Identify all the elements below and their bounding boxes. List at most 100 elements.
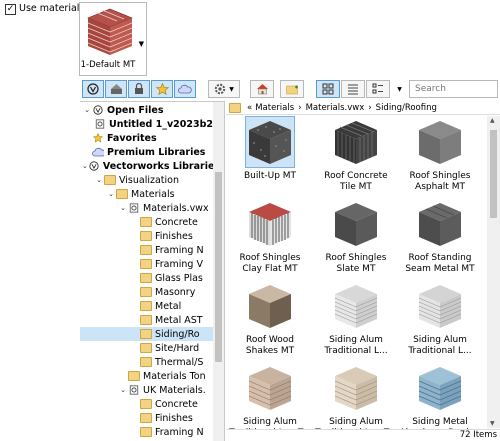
tree-item-uk-concrete[interactable]: Concrete bbox=[80, 397, 213, 411]
tree-item-uk-finishes[interactable]: Finishes bbox=[80, 411, 213, 425]
collapse-icon[interactable]: ⌄ bbox=[118, 204, 128, 212]
use-material-label: Use material: bbox=[19, 3, 83, 14]
scroll-up-icon[interactable]: ▲ bbox=[490, 117, 495, 124]
settings-menu-button[interactable]: ▼ bbox=[208, 80, 240, 98]
material-item[interactable]: Siding Alum Traditional L... bbox=[400, 280, 480, 360]
use-material-checkbox[interactable]: ✓ bbox=[5, 4, 16, 15]
tree-item-uk-materials[interactable]: ⌄ UK Materials. bbox=[80, 383, 213, 397]
tree-item-label: Metal bbox=[155, 300, 182, 312]
tree-item-label: Favorites bbox=[107, 132, 157, 144]
material-item[interactable]: Siding Alum Traditional L... bbox=[316, 280, 396, 360]
tree-item-materials-vwx[interactable]: ⌄ Materials.vwx bbox=[80, 201, 213, 215]
favorites-filter-button[interactable] bbox=[151, 80, 173, 98]
collapse-icon[interactable]: ⌄ bbox=[118, 386, 128, 394]
tree-item-framing-n[interactable]: Framing N bbox=[80, 243, 213, 257]
breadcrumb-item[interactable]: Materials.vwx bbox=[306, 103, 365, 113]
tree-scrollbar[interactable] bbox=[213, 102, 224, 441]
tree-item-label: Finishes bbox=[155, 230, 193, 242]
material-item[interactable]: Built-Up MT bbox=[230, 116, 310, 196]
collapse-icon[interactable]: ⌄ bbox=[106, 190, 116, 198]
tan-siding-material-icon bbox=[248, 367, 292, 410]
folder-icon bbox=[128, 371, 140, 381]
collapse-icon[interactable]: ⌄ bbox=[82, 106, 92, 114]
tree-scrollbar-thumb[interactable] bbox=[215, 172, 222, 362]
clay-tile-material-icon bbox=[249, 203, 291, 246]
star-icon bbox=[155, 83, 169, 95]
search-input[interactable]: Search bbox=[409, 80, 498, 98]
builtup-roof-material-icon bbox=[249, 121, 291, 164]
folder-icon bbox=[140, 427, 152, 437]
breadcrumb-back-icon[interactable]: « bbox=[247, 103, 252, 113]
grid-scrollbar[interactable]: ▲ ▼ bbox=[487, 116, 500, 428]
tree-item-premium-libraries[interactable]: Premium Libraries bbox=[80, 145, 213, 159]
breadcrumb-separator-icon: › bbox=[368, 102, 372, 113]
material-item[interactable]: Roof Concrete Tile MT bbox=[316, 116, 396, 196]
material-item[interactable]: Siding Metal Aluminum Doub... bbox=[399, 362, 481, 430]
grid-scrollbar-thumb[interactable] bbox=[490, 130, 497, 218]
gear-icon bbox=[214, 83, 226, 95]
view-dropdown-icon[interactable]: ▼ bbox=[393, 80, 406, 98]
grid-view-icon bbox=[322, 83, 334, 95]
tree-item-metal-ast[interactable]: Metal AST bbox=[80, 313, 213, 327]
folder-icon bbox=[140, 315, 152, 325]
breadcrumb-item[interactable]: Materials bbox=[255, 103, 294, 113]
material-item[interactable]: Siding Alum Traditional Lap T... bbox=[229, 362, 311, 430]
cloud-icon bbox=[92, 147, 104, 157]
tree-item-framing-v[interactable]: Framing V bbox=[80, 257, 213, 271]
new-folder-button[interactable] bbox=[280, 80, 304, 98]
tree-item-vectorworks-libraries[interactable]: ⌄ Vectorworks Libraries bbox=[80, 159, 213, 173]
tree-item-site-hard[interactable]: Site/Hard bbox=[80, 341, 213, 355]
tree-item-materials-ton[interactable]: Materials Ton bbox=[80, 369, 213, 383]
material-item[interactable]: Roof Shingles Clay Flat MT bbox=[230, 198, 310, 278]
material-name: Roof Shingles Asphalt MT bbox=[409, 171, 471, 192]
material-item[interactable]: Siding Alum Traditional Lap T... bbox=[315, 362, 397, 430]
list-view-button[interactable] bbox=[341, 80, 365, 98]
tree-item-masonry[interactable]: Masonry bbox=[80, 285, 213, 299]
breadcrumb-item[interactable]: Siding/Roofing bbox=[376, 103, 437, 113]
material-item[interactable]: Roof Shingles Asphalt MT bbox=[400, 116, 480, 196]
vectorworks-file-icon bbox=[95, 119, 105, 129]
tree-item-siding-roofing[interactable]: Siding/Ro bbox=[80, 327, 213, 341]
lock-icon bbox=[135, 83, 143, 94]
tree-item-label: Framing N bbox=[155, 426, 204, 438]
material-item[interactable]: Roof Shingles Slate MT bbox=[316, 198, 396, 278]
library-tree: ⌄ Open Files Untitled 1_v2023b2 Favorite… bbox=[80, 101, 225, 441]
home-button[interactable] bbox=[250, 80, 274, 98]
folder-icon bbox=[140, 245, 152, 255]
collapse-icon[interactable]: ⌄ bbox=[94, 176, 104, 184]
brick-material-icon bbox=[87, 8, 133, 55]
material-item[interactable]: Roof Wood Shakes MT bbox=[230, 280, 310, 360]
locked-filter-button[interactable] bbox=[128, 80, 150, 98]
tree-item-label: Siding/Ro bbox=[155, 328, 200, 340]
tree-item-finishes[interactable]: Finishes bbox=[80, 229, 213, 243]
tree-item-open-files[interactable]: ⌄ Open Files bbox=[80, 103, 213, 117]
tree-item-visualization[interactable]: ⌄ Visualization bbox=[80, 173, 213, 187]
material-name: Siding Alum Traditional L... bbox=[324, 335, 388, 356]
folder-icon bbox=[140, 273, 152, 283]
tree-item-label: Untitled 1_v2023b2 bbox=[109, 118, 213, 130]
tree-item-thermal[interactable]: Thermal/S bbox=[80, 355, 213, 369]
tree-item-metal[interactable]: Metal bbox=[80, 299, 213, 313]
scroll-down-icon[interactable]: ▼ bbox=[490, 420, 495, 427]
tree-item-glass-plas[interactable]: Glass Plas bbox=[80, 271, 213, 285]
cloud-filter-button[interactable] bbox=[174, 80, 196, 98]
material-swatch-button[interactable]: 1-Default MT ▼ bbox=[79, 2, 147, 76]
folder-icon bbox=[140, 343, 152, 353]
tree-item-untitled-file[interactable]: Untitled 1_v2023b2 bbox=[80, 117, 213, 131]
library-filter-button[interactable] bbox=[105, 80, 127, 98]
tree-item-uk-framing-n[interactable]: Framing N bbox=[80, 425, 213, 439]
vectorworks-logo-icon bbox=[87, 83, 99, 95]
thumbnail-view-button[interactable] bbox=[316, 80, 340, 98]
swatch-dropdown-icon[interactable]: ▼ bbox=[139, 40, 144, 48]
tree-item-concrete[interactable]: Concrete bbox=[80, 215, 213, 229]
tree-item-label: Metal AST bbox=[155, 314, 203, 326]
vectorworks-libraries-filter-button[interactable] bbox=[82, 80, 104, 98]
material-item[interactable]: Roof Standing Seam Metal MT bbox=[400, 198, 480, 278]
tree-item-label: Finishes bbox=[155, 412, 193, 424]
detail-view-button[interactable] bbox=[366, 80, 390, 98]
folder-icon bbox=[140, 329, 152, 339]
list-view-icon bbox=[348, 84, 358, 95]
folder-icon bbox=[140, 217, 152, 227]
tree-item-favorites[interactable]: Favorites bbox=[80, 131, 213, 145]
tree-item-materials[interactable]: ⌄ Materials bbox=[80, 187, 213, 201]
